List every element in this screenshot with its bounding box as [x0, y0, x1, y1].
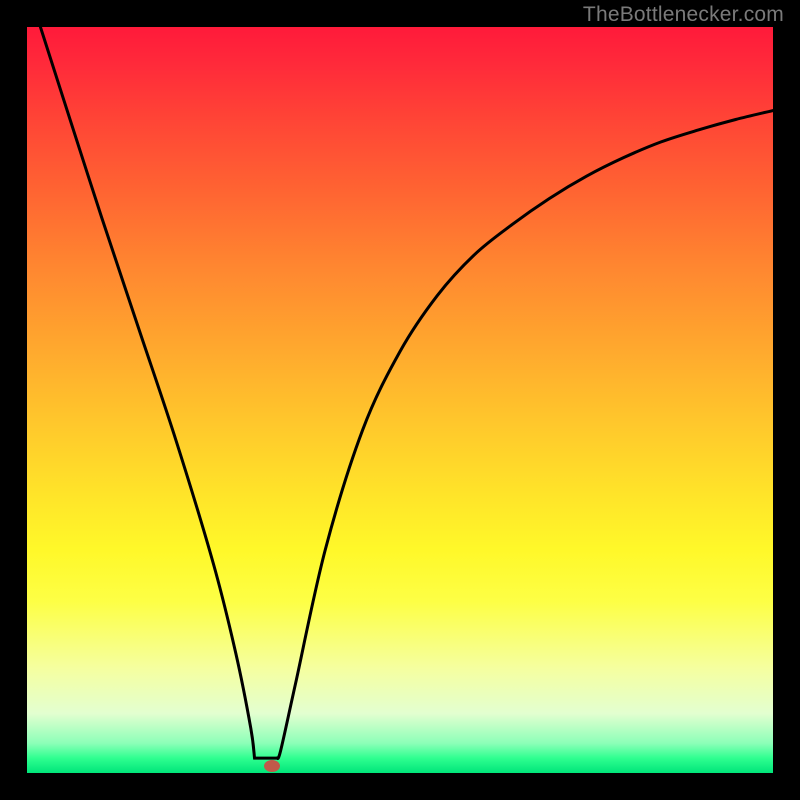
curve-svg	[27, 27, 773, 773]
chart-frame: TheBottlenecker.com	[0, 0, 800, 800]
optimal-point-marker	[264, 760, 280, 772]
bottleneck-curve	[40, 27, 773, 759]
watermark-text: TheBottlenecker.com	[583, 3, 784, 27]
plot-area	[27, 27, 773, 773]
